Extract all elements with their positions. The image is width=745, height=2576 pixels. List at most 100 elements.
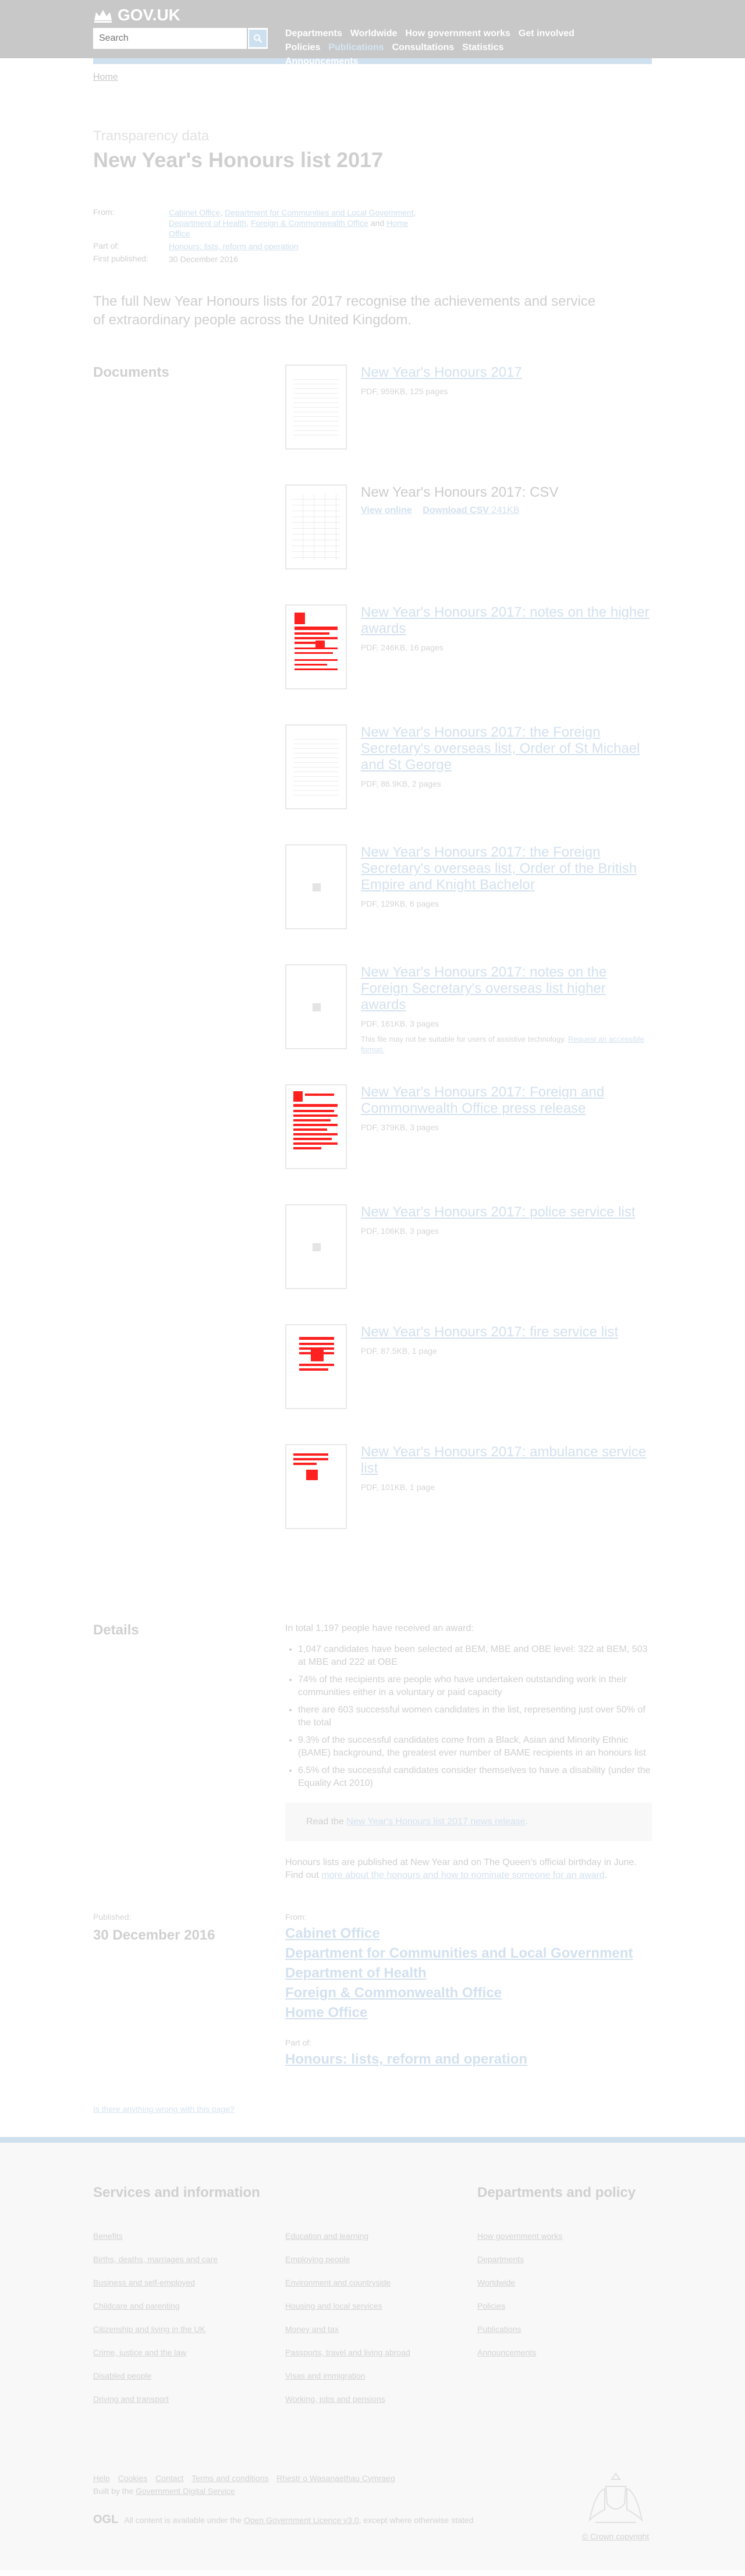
nominate-link[interactable]: more about the honours and how to nomina…: [321, 1870, 605, 1880]
attachment-thumbnail[interactable]: [285, 964, 347, 1049]
footer-link[interactable]: Childcare and parenting: [93, 2300, 279, 2312]
partof-link[interactable]: Honours: lists, reform and operation: [285, 2050, 652, 2069]
footer-link[interactable]: How government works: [477, 2230, 652, 2242]
ogl-link[interactable]: Open Government Licence v3.0: [244, 2515, 359, 2525]
top-navigation: Departments Worldwide How government wor…: [285, 27, 588, 69]
org-link-home-office[interactable]: Home Office: [285, 2003, 652, 2023]
attachment-title[interactable]: New Year's Honours 2017: [361, 365, 522, 380]
attachment-title[interactable]: New Year's Honours 2017: fire service li…: [361, 1324, 618, 1340]
attachment-meta: PDF, 161KB, 3 pages: [361, 1019, 439, 1028]
footer-link[interactable]: Citizenship and living in the UK: [93, 2323, 279, 2336]
licence-text-end: , except where otherwise stated: [359, 2515, 474, 2525]
footer-help-link[interactable]: Help: [93, 2474, 110, 2483]
meta-org-link[interactable]: Foreign & Commonwealth Office: [251, 218, 368, 228]
partof-label: Part of:: [285, 2038, 312, 2047]
org-link-fco[interactable]: Foreign & Commonwealth Office: [285, 1983, 652, 2003]
meta-org-link[interactable]: Department of Health: [169, 218, 246, 228]
footer-cookies-link[interactable]: Cookies: [118, 2474, 148, 2483]
footer-link[interactable]: Disabled people: [93, 2370, 279, 2382]
news-release-link[interactable]: New Year's Honours list 2017 news releas…: [346, 1817, 525, 1827]
attachment-thumbnail[interactable]: [285, 1324, 347, 1409]
meta-sep: and: [368, 218, 387, 228]
footer-link[interactable]: Policies: [477, 2300, 652, 2312]
attachment-title[interactable]: New Year's Honours 2017: the Foreign Sec…: [361, 844, 637, 893]
org-link-doh[interactable]: Department of Health: [285, 1963, 652, 1983]
view-online-link[interactable]: View online: [361, 505, 412, 515]
footer-link[interactable]: Education and learning: [285, 2230, 471, 2242]
attachment-title[interactable]: New Year's Honours 2017: notes on the hi…: [361, 604, 650, 636]
footer-link[interactable]: Business and self-employed: [93, 2277, 279, 2289]
attachment-thumbnail[interactable]: [285, 1084, 347, 1169]
footer-meta: Help Cookies Contact Terms and condition…: [93, 2474, 401, 2496]
org-link-dclg[interactable]: Department for Communities and Local Gov…: [285, 1944, 652, 1963]
footer-link[interactable]: Publications: [477, 2323, 652, 2336]
footer-link[interactable]: Employing people: [285, 2253, 471, 2266]
footer-link[interactable]: Benefits: [93, 2230, 279, 2242]
details-bullet: 6.5% of the successful candidates consid…: [298, 1764, 652, 1790]
meta-partof-link[interactable]: Honours: lists, reform and operation: [169, 242, 299, 251]
nav-policies[interactable]: Policies: [285, 41, 320, 55]
footer-departments-col: How government works Departments Worldwi…: [477, 2230, 652, 2370]
footer-link[interactable]: Visas and immigration: [285, 2370, 471, 2382]
footer-welsh-link[interactable]: Rhestr o Wasanaethau Cymraeg: [276, 2474, 395, 2483]
nav-consultations[interactable]: Consultations: [392, 41, 455, 55]
nav-worldwide[interactable]: Worldwide: [350, 27, 398, 41]
search-button[interactable]: [247, 28, 268, 49]
attachment-thumbnail[interactable]: [285, 844, 347, 929]
meta-sep: ,: [413, 208, 416, 217]
attachment-thumbnail[interactable]: [285, 1444, 347, 1529]
site-footer: Services and information Departments and…: [0, 2137, 745, 2570]
footer-link[interactable]: Departments: [477, 2253, 652, 2266]
meta-org-link[interactable]: Cabinet Office: [169, 208, 220, 217]
nav-statistics[interactable]: Statistics: [462, 41, 503, 55]
footer-contact-link[interactable]: Contact: [155, 2474, 183, 2483]
footer-link[interactable]: Worldwide: [477, 2277, 652, 2289]
attachment-title[interactable]: New Year's Honours 2017: notes on the Fo…: [361, 964, 606, 1013]
footer-link[interactable]: Passports, travel and living abroad: [285, 2347, 471, 2359]
attachment-thumbnail[interactable]: [285, 724, 347, 809]
attachment-thumbnail[interactable]: [285, 484, 347, 569]
breadcrumb-home[interactable]: Home: [93, 72, 118, 82]
govuk-logo[interactable]: GOV.UK: [93, 6, 180, 24]
page-title: New Year's Honours list 2017: [93, 148, 384, 172]
footer-link[interactable]: Driving and transport: [93, 2393, 279, 2405]
nav-departments[interactable]: Departments: [285, 27, 342, 41]
search-input[interactable]: [93, 28, 247, 49]
nav-get-involved[interactable]: Get involved: [519, 27, 574, 41]
attachment-title[interactable]: New Year's Honours 2017: police service …: [361, 1204, 636, 1220]
footer-link[interactable]: Working, jobs and pensions: [285, 2393, 471, 2405]
attachment-title[interactable]: New Year's Honours 2017: the Foreign Sec…: [361, 724, 640, 773]
details-heading: Details: [93, 1622, 139, 1638]
report-problem-link[interactable]: Is there anything wrong with this page?: [93, 2104, 235, 2114]
download-csv-label: Download CSV: [423, 505, 489, 515]
attachment-thumbnail[interactable]: [285, 604, 347, 689]
attachment-thumbnail[interactable]: [285, 365, 347, 450]
details-intro: In total 1,197 people have received an a…: [285, 1623, 474, 1633]
footer-link[interactable]: Births, deaths, marriages and care: [93, 2253, 279, 2266]
footer-link[interactable]: Housing and local services: [285, 2300, 471, 2312]
attachment-meta: PDF, 246KB, 16 pages: [361, 643, 444, 652]
attachment-title[interactable]: New Year's Honours 2017: ambulance servi…: [361, 1444, 646, 1476]
attachment: New Year's Honours 2017: the Foreign Sec…: [285, 844, 652, 964]
footer-link[interactable]: Crime, justice and the law: [93, 2347, 279, 2359]
crown-icon: [94, 10, 112, 23]
footer-terms-link[interactable]: Terms and conditions: [191, 2474, 268, 2483]
gds-link[interactable]: Government Digital Service: [136, 2486, 235, 2496]
brand-text: GOV.UK: [118, 6, 180, 24]
footer-link[interactable]: Announcements: [477, 2347, 652, 2359]
attachment-title[interactable]: New Year's Honours 2017: Foreign and Com…: [361, 1084, 604, 1116]
crown-copyright-link[interactable]: © Crown copyright: [582, 2532, 649, 2541]
meta-published-value: 30 December 2016: [169, 254, 239, 264]
footer-link[interactable]: Money and tax: [285, 2323, 471, 2336]
published-section: Published: 30 December 2016 From: Cabine…: [93, 1912, 652, 2069]
attachment-thumbnail[interactable]: [285, 1204, 347, 1289]
document-list: New Year's Honours 2017 PDF, 959KB, 125 …: [285, 365, 652, 1564]
footer-link[interactable]: Environment and countryside: [285, 2277, 471, 2289]
nav-how-government-works[interactable]: How government works: [405, 27, 510, 41]
download-csv-link[interactable]: Download CSV 241KB: [423, 505, 519, 515]
org-link-cabinet-office[interactable]: Cabinet Office: [285, 1924, 652, 1944]
meta-sep: ,: [246, 218, 251, 228]
meta-org-link[interactable]: Department for Communities and Local Gov…: [225, 208, 413, 217]
feedback-area: Is there anything wrong with this page?: [93, 2104, 652, 2137]
nav-publications[interactable]: Publications: [328, 41, 384, 55]
